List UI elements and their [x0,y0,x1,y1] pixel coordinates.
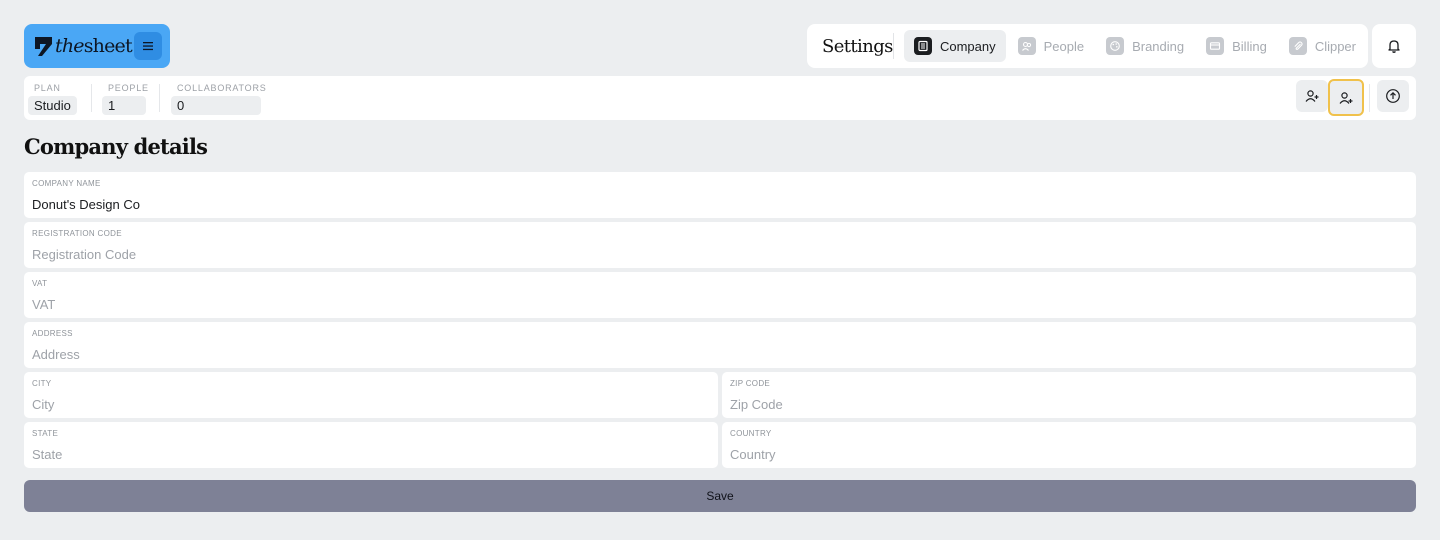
brand-logo[interactable]: thesheet [35,34,133,57]
address-input[interactable] [32,347,1408,362]
city-field: City [24,372,718,418]
plan-label: Plan [34,83,61,93]
brand-mark-icon [35,36,52,56]
stat-divider [159,84,160,112]
tab-billing[interactable]: Billing [1196,30,1277,62]
user-plus-icon [1339,91,1353,104]
settings-title: Settings [822,35,893,57]
collaborators-stat: Collaborators 0 [171,82,267,115]
tab-people[interactable]: People [1008,30,1094,62]
card-icon [1206,37,1225,55]
tab-company[interactable]: Company [903,30,1006,62]
collaborators-value: 0 [171,96,261,115]
tab-label: Branding [1132,38,1185,54]
country-label: Country [730,429,772,438]
paperclip-icon [1288,37,1307,55]
company-name-field: Company Name [24,172,1416,218]
registration-code-input[interactable] [32,247,1408,262]
brand-name: thesheet [55,34,133,57]
brand-block: thesheet [24,24,170,68]
company-name-input[interactable] [32,197,1408,212]
stat-divider [91,84,92,112]
country-field: Country [722,422,1416,468]
people-stat: People 1 [102,82,149,115]
tab-clipper[interactable]: Clipper [1279,30,1366,62]
tab-label: People [1043,38,1085,54]
zip-code-input[interactable] [730,397,1408,412]
collaborators-label: Collaborators [177,83,267,93]
account-summary-bar: Plan Studio People 1 Collaborators 0 [24,76,1416,120]
plan-stat: Plan Studio [28,82,77,115]
city-label: City [32,379,52,388]
user-plus-icon [1305,90,1319,102]
tab-label: Billing [1232,38,1267,54]
state-label: State [32,429,59,438]
city-input[interactable] [32,397,710,412]
state-input[interactable] [32,447,710,462]
vat-field: VAT [24,272,1416,318]
invite-person-button[interactable] [1296,80,1328,112]
zip-code-label: Zip Code [730,379,771,388]
hamburger-icon [143,42,153,51]
arrow-up-circle-icon [1386,89,1400,103]
tab-label: Clipper [1314,38,1356,54]
country-input[interactable] [730,447,1408,462]
action-divider [1369,84,1370,112]
registration-code-field: Registration Code [24,222,1416,268]
company-icon [913,37,932,55]
address-label: Address [32,329,73,338]
registration-code-label: Registration Code [32,229,122,238]
palette-icon [1106,37,1125,55]
people-value: 1 [102,96,146,115]
upgrade-button[interactable] [1377,80,1409,112]
settings-divider [893,33,894,59]
tab-label: Company [939,38,996,54]
people-label: People [108,83,149,93]
state-field: State [24,422,718,468]
menu-button[interactable] [134,32,162,60]
add-collaborator-button[interactable] [1328,79,1364,116]
plan-value: Studio [28,96,77,115]
people-icon [1017,37,1036,55]
bell-icon [1388,40,1400,53]
save-button[interactable]: Save [24,480,1416,512]
section-title: Company details [24,134,208,159]
zip-code-field: Zip Code [722,372,1416,418]
address-field: Address [24,322,1416,368]
settings-nav: Settings Company People Branding Billing… [807,24,1368,68]
vat-input[interactable] [32,297,1408,312]
notifications-button[interactable] [1372,24,1416,68]
tab-branding[interactable]: Branding [1096,30,1194,62]
vat-label: VAT [32,279,48,288]
company-name-label: Company Name [32,179,101,188]
